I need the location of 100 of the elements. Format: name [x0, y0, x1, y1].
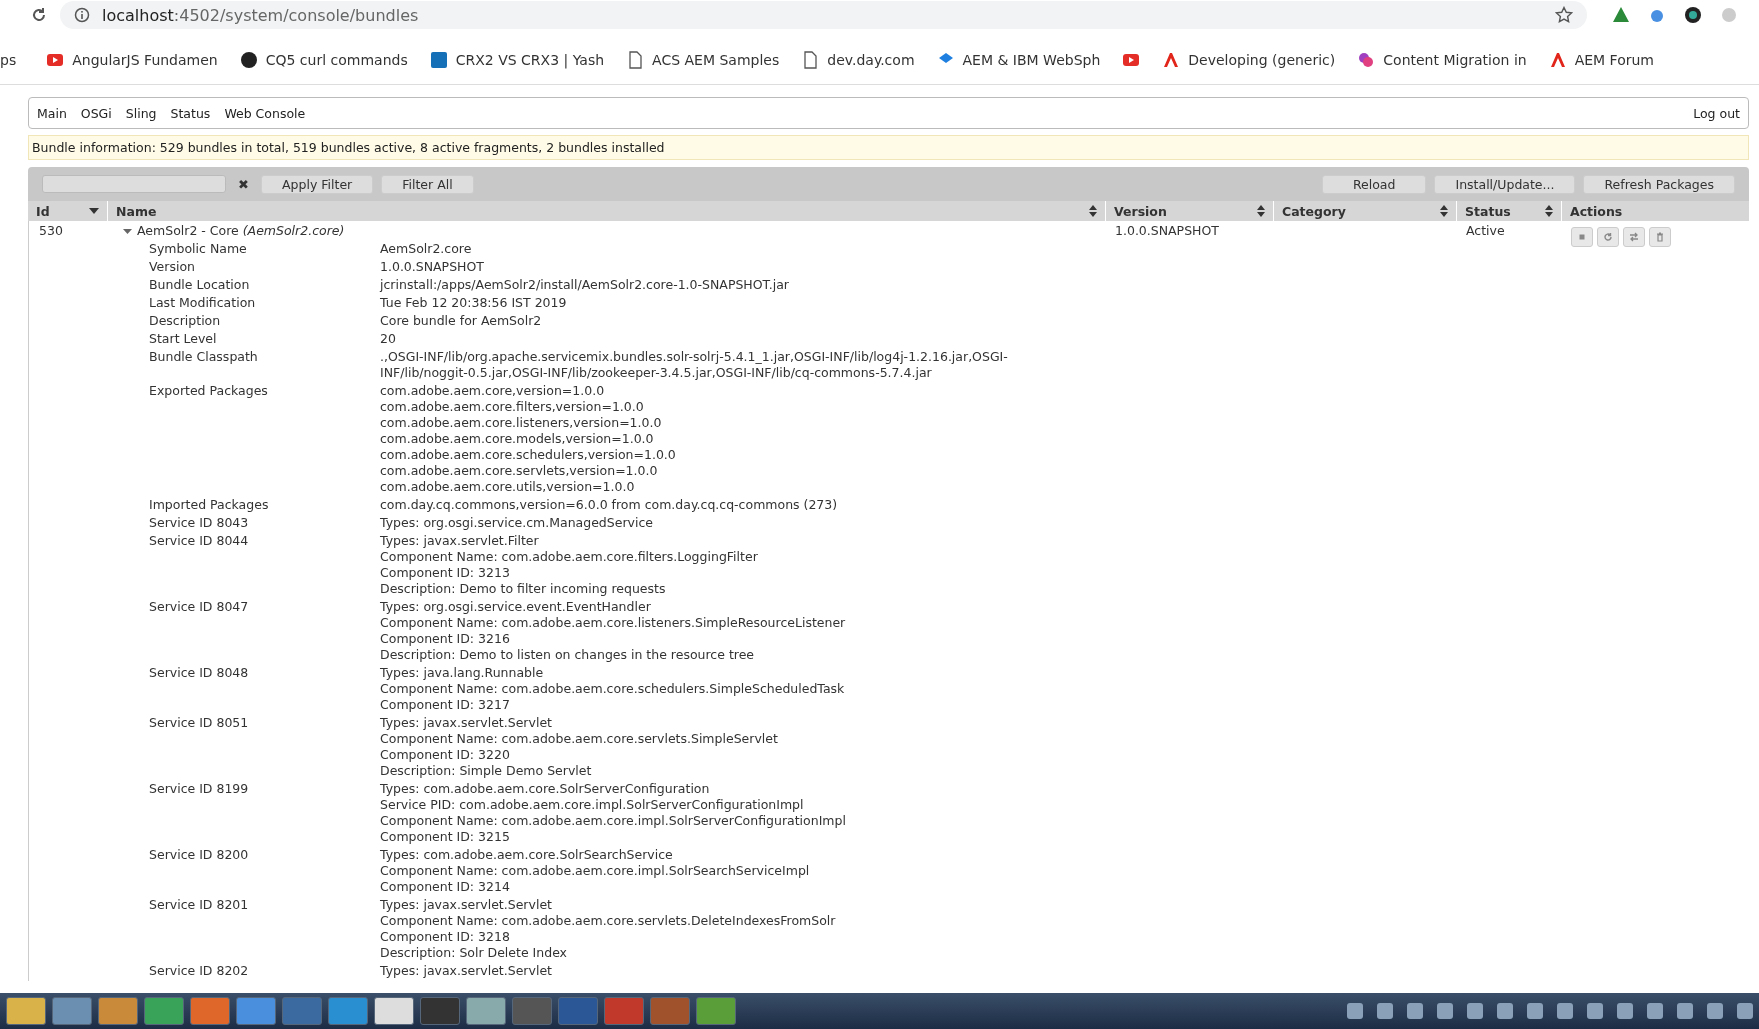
column-header[interactable]: Category: [1274, 201, 1457, 221]
property-value: Component ID: 3218: [380, 929, 511, 945]
circle-icon: [239, 51, 258, 69]
filter-button[interactable]: Apply Filter: [261, 174, 374, 194]
bookmark[interactable]: AngularJS Fundamen: [46, 51, 218, 69]
property-value: Types: javax.servlet.Servlet: [380, 963, 552, 979]
property-label: Description: [149, 313, 222, 329]
tray-icon[interactable]: [1527, 1003, 1543, 1019]
tray-icon[interactable]: [1737, 1003, 1753, 1019]
triangle-icon[interactable]: [1611, 5, 1631, 25]
property-label: Start Level: [149, 331, 218, 347]
circle-icon[interactable]: [1683, 5, 1703, 25]
property-value: INF/lib/noggit-0.5.jar,OSGI-INF/lib/zookeeper-3.4.5.jar,OSGI-INF/lib/cq-commons-5.7.4.jar: [380, 365, 933, 381]
logout-link[interactable]: Log out: [1693, 105, 1740, 121]
property-value: Component Name: com.adobe.aem.core.listeners.SimpleResourceListener: [380, 615, 846, 631]
stop-icon: [1577, 232, 1587, 242]
tray-icon[interactable]: [1377, 1003, 1393, 1019]
clear-filter-button[interactable]: ✖: [234, 176, 253, 192]
swap-arrows-icon: [1629, 232, 1639, 242]
address-bar[interactable]: localhost:4502/system/console/bundles: [60, 1, 1587, 29]
toolbar-button[interactable]: Reload: [1321, 174, 1427, 194]
sort-icon: [1089, 205, 1097, 217]
column-header[interactable]: Id: [28, 201, 108, 221]
taskbar-app-icon[interactable]: [144, 997, 184, 1025]
taskbar-app-icon[interactable]: [420, 997, 460, 1025]
menu-item[interactable]: Status: [170, 105, 211, 121]
bookmark[interactable]: ps: [0, 52, 17, 68]
bookmark[interactable]: Content Migration in: [1357, 51, 1527, 69]
tray-icon[interactable]: [1677, 1003, 1693, 1019]
property-label: Service ID 8199: [149, 781, 250, 798]
bookmark[interactable]: CQ5 curl commands: [239, 51, 408, 69]
tray-icon[interactable]: [1437, 1003, 1453, 1019]
toolbar-button[interactable]: Install/Update...: [1434, 174, 1576, 194]
property-value: com.adobe.aem.core.filters,version=1.0.0: [380, 399, 645, 415]
stop-button[interactable]: [1571, 227, 1593, 247]
property-value: jcrinstall:/apps/AemSolr2/install/AemSolr2.core-1.0-SNAPSHOT.jar: [380, 277, 789, 293]
bookmark[interactable]: AEM Forum: [1548, 51, 1654, 69]
taskbar-app-icon[interactable]: [52, 997, 92, 1025]
trash-icon: [1655, 232, 1665, 242]
property-value: Component Name: com.adobe.aem.core.impl.SolrServerConfigurationImpl: [380, 813, 846, 829]
bookmark[interactable]: AEM & IBM WebSph: [936, 51, 1101, 69]
tray-icon[interactable]: [1347, 1003, 1363, 1019]
property-value: com.adobe.aem.core,version=1.0.0: [380, 383, 606, 399]
tray-icon[interactable]: [1647, 1003, 1663, 1019]
sort-icon: [1545, 205, 1553, 217]
bookmark[interactable]: ACS AEM Samples: [626, 51, 780, 69]
collapse-triangle-icon[interactable]: [123, 226, 132, 236]
table-cell-text: 1.0.0.SNAPSHOT: [1114, 222, 1220, 240]
bookmark[interactable]: [1122, 51, 1141, 69]
filter-button[interactable]: Filter All: [381, 174, 474, 194]
property-value: Tue Feb 12 20:38:56 IST 2019: [380, 295, 567, 311]
document-icon: [801, 51, 820, 69]
tray-icon[interactable]: [1587, 1003, 1603, 1019]
menu-item[interactable]: OSGi: [80, 105, 112, 121]
taskbar-app-icon[interactable]: [696, 997, 736, 1025]
tray-icon[interactable]: [1557, 1003, 1573, 1019]
property-label: Exported Packages: [149, 383, 269, 400]
menu-item[interactable]: Main: [37, 105, 67, 121]
bookmark[interactable]: Developing (generic): [1162, 51, 1336, 69]
column-header[interactable]: Version: [1106, 201, 1274, 221]
tray-icon[interactable]: [1497, 1003, 1513, 1019]
trash-button[interactable]: [1649, 227, 1671, 247]
star-icon[interactable]: [1555, 6, 1573, 24]
tray-icon[interactable]: [1407, 1003, 1423, 1019]
property-label: Service ID 8202: [149, 963, 250, 979]
refresh-button[interactable]: [1597, 227, 1619, 247]
column-header[interactable]: Actions: [1562, 201, 1749, 221]
toolbar-button[interactable]: Refresh Packages: [1583, 174, 1735, 194]
taskbar-app-icon[interactable]: [6, 997, 46, 1025]
swap-arrows-button[interactable]: [1623, 227, 1645, 247]
column-header[interactable]: Name: [108, 201, 1106, 221]
property-label: Bundle Location: [149, 277, 251, 293]
tray-icon[interactable]: [1707, 1003, 1723, 1019]
taskbar-app-icon[interactable]: [98, 997, 138, 1025]
column-header[interactable]: Status: [1457, 201, 1562, 221]
filter-field[interactable]: [42, 175, 226, 193]
property-value: com.adobe.aem.core.listeners,version=1.0.0: [380, 415, 663, 431]
menu-item[interactable]: Sling: [125, 105, 157, 121]
property-value: Types: com.adobe.aem.core.SolrServerConfiguration: [380, 781, 711, 797]
property-value: Types: org.osgi.service.cm.ManagedService: [380, 515, 653, 531]
menu-item[interactable]: Web Console: [224, 105, 306, 121]
tray-icon[interactable]: [1467, 1003, 1483, 1019]
reload-icon[interactable]: [30, 6, 48, 24]
property-label: Version: [149, 259, 196, 275]
bookmark[interactable]: CRX2 VS CRX3 | Yash: [429, 51, 605, 69]
taskbar-app-icon[interactable]: [374, 997, 414, 1025]
bookmark[interactable]: dev.day.com: [801, 51, 915, 69]
taskbar-app-icon[interactable]: [466, 997, 506, 1025]
bundle-name[interactable]: AemSolr2 - Core (AemSolr2.core): [137, 223, 345, 239]
property-value: Types: org.osgi.service.event.EventHandler: [380, 599, 652, 615]
taskbar-app-icon[interactable]: [236, 997, 276, 1025]
sort-down-icon: [89, 207, 99, 215]
tray-icon[interactable]: [1617, 1003, 1633, 1019]
property-value: com.day.cq.commons,version=6.0.0 from com.day.cq.cq-commons (273): [380, 497, 838, 513]
property-value: Component Name: com.adobe.aem.core.schedulers.SimpleScheduledTask: [380, 681, 845, 697]
property-value: Component Name: com.adobe.aem.core.servlets.SimpleServlet: [380, 731, 778, 747]
property-value: Types: javax.servlet.Servlet: [380, 715, 553, 731]
property-label: Service ID 8201: [149, 897, 250, 914]
property-value: Types: javax.servlet.Servlet: [380, 897, 553, 913]
property-value: com.adobe.aem.core.models,version=1.0.0: [380, 431, 655, 447]
